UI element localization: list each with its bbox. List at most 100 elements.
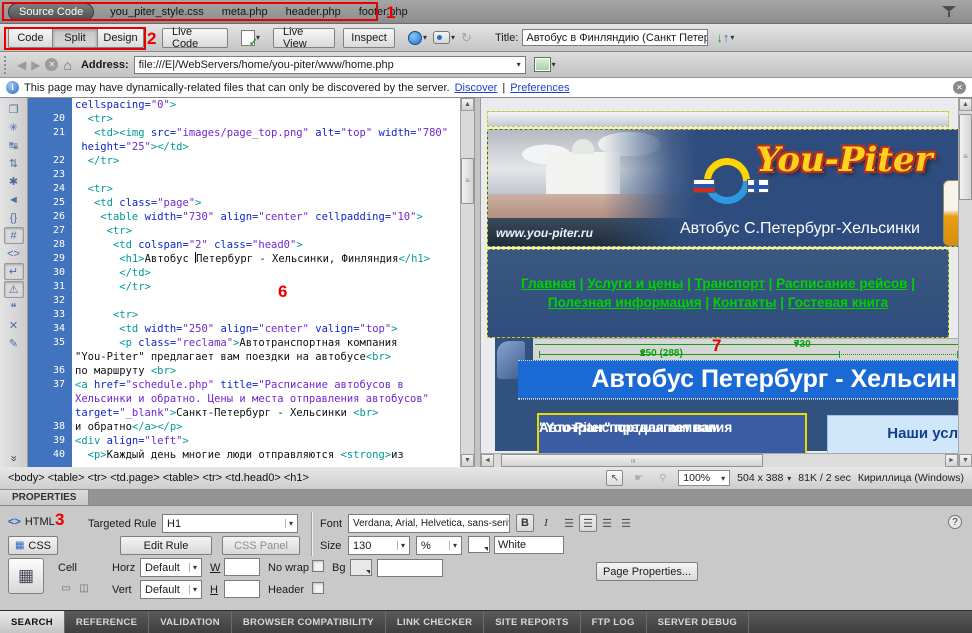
results-tab-validation[interactable]: VALIDATION [149,611,232,633]
code-text[interactable]: <div align="left"> [72,434,189,448]
remove-comment-icon[interactable]: ✕ [4,317,24,334]
visual-aids-icon[interactable]: ▾ [430,28,458,48]
home-icon[interactable]: ⌂ [63,57,71,73]
code-text[interactable]: <tr> [72,182,113,196]
design-horizontal-scrollbar[interactable]: ◄ ≡ ► [481,453,958,467]
code-text[interactable]: <td><img src="images/page_top.png" alt="… [72,126,448,140]
scroll-down-arrow[interactable]: ▼ [461,454,474,467]
code-text[interactable]: <td colspan="2" class="head0"> [72,238,303,252]
related-file-tab[interactable]: header.php [286,6,341,18]
inspect-button[interactable]: Inspect [343,28,395,48]
back-icon[interactable]: ◀ [17,58,26,72]
pane-splitter[interactable] [474,98,481,467]
table-width-bar[interactable]: 250 (288) ▾ 730 ▾ [533,338,958,360]
code-text[interactable]: <table width="730" align="center" cellpa… [72,210,423,224]
width-input[interactable] [224,558,260,576]
related-file-tab[interactable]: you_piter_style.css [110,6,204,18]
font-select[interactable]: Verdana, Arial, Helvetica, sans-serif ▾ [348,514,510,533]
split-view-button[interactable]: Split [52,28,98,48]
syntax-error-alerts-icon[interactable]: ⚠ [4,281,24,298]
code-text[interactable]: height="25"></td> [72,140,189,154]
forward-icon[interactable]: ▶ [31,58,40,72]
results-tab-server-debug[interactable]: SERVER DEBUG [647,611,749,633]
code-navigator-icon[interactable]: ✳ [4,119,24,136]
select-parent-tag-icon[interactable]: ◄ [4,191,24,208]
align-left-button[interactable]: ☰ [560,514,578,532]
toolbar-grip[interactable] [4,56,9,74]
scroll-thumb[interactable]: ≡ [959,114,972,200]
design-view-button[interactable]: Design [97,28,144,48]
filter-related-files-icon[interactable] [942,6,956,17]
scroll-up-arrow[interactable]: ▲ [461,98,474,111]
more-icons-chevron[interactable]: » [5,449,22,469]
services-cell[interactable]: Наши услуги [827,415,958,455]
code-text[interactable]: "You-Piter" предлагает вам поездки на ав… [72,350,391,364]
align-justify-button[interactable]: ☰ [617,514,635,532]
scroll-right-arrow[interactable]: ► [945,454,958,467]
reclama-cell[interactable]: Автотранспортная компания "You-Piter" пр… [537,413,807,457]
code-view[interactable]: cellspacing="0">20 <tr>21 <td><img src="… [28,98,460,467]
line-numbers-icon[interactable]: # [4,227,24,244]
stop-icon[interactable]: ✕ [45,58,58,71]
magnification-select[interactable]: 100% ▾ [678,470,730,486]
css-panel-button[interactable]: CSS Panel [222,536,300,555]
height-input[interactable] [224,580,260,598]
scroll-thumb[interactable]: ≡ [501,454,763,467]
open-documents-icon[interactable]: ❐ [4,101,24,118]
no-wrap-checkbox[interactable] [312,560,324,572]
nav-link[interactable]: Гостевая книга [788,295,888,310]
code-text[interactable]: cellspacing="0"> [72,98,176,112]
text-color-swatch[interactable] [468,536,490,553]
vert-select[interactable]: Default ▾ [140,580,202,599]
results-tab-reference[interactable]: REFERENCE [65,611,149,633]
nav-link[interactable]: Услуги и цены [587,276,683,291]
address-input[interactable]: file:///E|/WebServers/home/you-piter/www… [134,56,526,74]
help-icon[interactable]: ? [948,515,962,529]
preferences-link[interactable]: Preferences [510,82,569,94]
results-tab-site-reports[interactable]: SITE REPORTS [484,611,580,633]
results-tab-browser-compatibility[interactable]: BROWSER COMPATIBILITY [232,611,386,633]
scroll-up-arrow[interactable]: ▲ [959,98,972,111]
scroll-left-arrow[interactable]: ◄ [481,454,494,467]
collapse-selection-icon[interactable]: ⇅ [4,155,24,172]
bold-button[interactable]: B [516,514,534,532]
discover-link[interactable]: Discover [455,82,498,94]
tag-selector-path[interactable]: <body> <table> <tr> <td.page> <table> <t… [8,472,309,484]
close-icon[interactable]: ✕ [953,81,966,94]
collapse-full-tag-icon[interactable]: ↹ [4,137,24,154]
select-tool-icon[interactable]: ↖ [606,470,623,486]
align-center-button[interactable]: ☰ [579,514,597,532]
hand-tool-icon[interactable]: ☛ [630,470,647,486]
nav-link[interactable]: Расписание рейсов [776,276,907,291]
results-tab-link-checker[interactable]: LINK CHECKER [386,611,484,633]
code-text[interactable]: <tr> [72,112,113,126]
live-code-button[interactable]: Live Code [162,28,228,48]
highlight-invalid-code-icon[interactable]: <> [4,245,24,262]
code-view-button[interactable]: Code [8,28,53,48]
page-top-strip[interactable] [487,111,949,127]
nav-link[interactable]: Транспорт [695,276,765,291]
code-text[interactable]: и обратно</a></p> [72,420,182,434]
window-size-menu[interactable]: 504 x 388 ▾ [737,472,791,484]
results-tab-search[interactable]: SEARCH [0,611,65,633]
text-color-input[interactable]: White [494,536,564,554]
code-text[interactable]: <p>Каждый день многие люди отправляются … [72,448,404,462]
site-banner[interactable]: You-Piter Автобус С.Петербург-Хельсинки … [487,129,958,247]
code-text[interactable]: <td class="page"> [72,196,201,210]
code-text[interactable]: </td> [72,266,151,280]
edit-rule-button[interactable]: Edit Rule [120,536,212,555]
html-properties-button[interactable]: <> HTML [8,516,55,528]
code-text[interactable]: <td width="250" align="center" valign="t… [72,322,397,336]
nav-link[interactable]: Главная [521,276,576,291]
horz-select[interactable]: Default ▾ [140,558,202,577]
expand-all-icon[interactable]: ✱ [4,173,24,190]
related-file-tab[interactable]: footer.php [359,6,408,18]
live-view-button[interactable]: Live View [273,28,335,48]
code-text[interactable]: <a href="schedule.php" title="Расписание… [72,378,404,392]
code-text[interactable]: </tr> [72,280,151,294]
code-text[interactable]: <h1>Автобус Петербург - Хельсинки, Финля… [72,252,430,266]
check-browser-compatibility-icon[interactable]: ✓ ▾ [238,28,263,48]
refresh-design-view-icon[interactable]: ↻ [458,28,475,48]
code-text[interactable]: по маршруту <br> [72,364,176,378]
split-cell-icon[interactable]: ◫ [76,582,92,595]
